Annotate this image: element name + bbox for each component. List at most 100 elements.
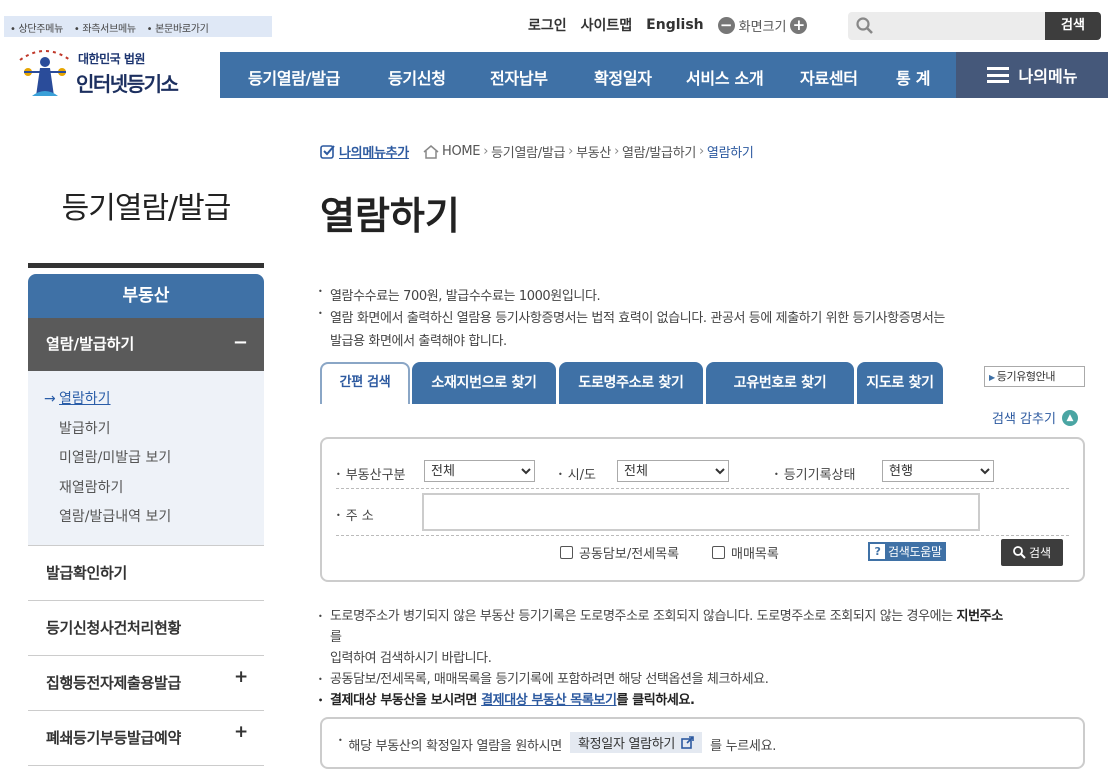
gnb-item-view-issue[interactable]: 등기열람/발급 (248, 65, 340, 89)
sale-list-checkbox[interactable]: 매매목록 (712, 543, 779, 562)
gnb-item-fixed-date[interactable]: 확정일자 (594, 65, 652, 89)
lnb-sub-item-history[interactable]: 열람/발급내역 보기 (44, 503, 264, 533)
tab-road-address[interactable]: 도로명주소로 찾기 (559, 362, 703, 404)
tab-unique-number[interactable]: 고유번호로 찾기 (706, 362, 854, 404)
tab-simple-search[interactable]: 간편 검색 (320, 362, 410, 404)
gnb-item-statistics[interactable]: 통 계 (896, 65, 930, 89)
expand-icon[interactable]: + (234, 650, 248, 705)
lnb-sub-item-issue[interactable]: 발급하기 (44, 415, 264, 445)
collapse-icon[interactable]: − (233, 316, 248, 369)
my-menu-button[interactable]: 나의메뉴 (956, 52, 1108, 98)
external-link-icon (681, 736, 694, 749)
zoom-label: 화면크기 (738, 19, 787, 35)
record-status-select[interactable]: 현행 (882, 460, 994, 482)
chevron-up-icon: ▲ (1061, 409, 1078, 426)
question-icon: ? (870, 544, 885, 559)
my-menu-label: 나의메뉴 (1018, 67, 1078, 86)
breadcrumb-separator: › (483, 144, 489, 159)
notice-legal: • 열람 화면에서 출력하신 열람용 등기사항증명서는 법적 효력이 없습니다. … (318, 309, 945, 326)
note-payment: • 결제대상 부동산을 보시려면 결제대상 부동산 목록보기를 클릭하세요. (318, 693, 695, 708)
lnb-submenu: → 열람하기 발급하기 미열람/미발급 보기 재열람하기 열람/발급내역 보기 (28, 371, 264, 546)
gnb-item-resources[interactable]: 자료센터 (800, 65, 858, 89)
lnb-title: 등기열람/발급 (61, 191, 232, 226)
skip-link-lnb[interactable]: • 좌측서브메뉴 (74, 24, 140, 35)
zoom-in-icon[interactable]: + (790, 16, 808, 34)
skip-link-gnb[interactable]: • 상단주메뉴 (10, 24, 67, 35)
address-input[interactable] (422, 493, 980, 531)
registry-type-guide-button[interactable]: ▶ 등기유형안내 (984, 366, 1085, 387)
checkbox-icon (712, 546, 725, 559)
sitemap-link[interactable]: 사이트맵 (581, 15, 633, 35)
site-logo[interactable]: 대한민국 법원 인터넷등기소 (12, 40, 222, 100)
current-arrow-icon: → (44, 391, 56, 407)
lnb-item-verify[interactable]: 발급확인하기 (28, 546, 264, 601)
zoom-out-icon[interactable]: − (717, 16, 735, 34)
lnb-item-closed-reserve[interactable]: 폐쇄등기부등발급예약 + (28, 711, 264, 766)
skip-link-content[interactable]: • 본문바로가기 (147, 24, 213, 35)
site-search: 검색 (848, 12, 1101, 40)
lnb-sub-item-review[interactable]: 재열람하기 (44, 474, 264, 504)
lnb-sub-item-view[interactable]: → 열람하기 (44, 385, 264, 415)
address-label: • 주 소 (336, 509, 374, 524)
fixed-date-view-button[interactable]: 확정일자 열람하기 (569, 732, 703, 753)
gnb-item-payment[interactable]: 전자납부 (490, 65, 548, 89)
note-road-address: • 도로명주소가 병기되지 않은 부동산 등기기록은 도로명주소로 조회되지 않습… (318, 609, 1003, 624)
notice-legal-cont: 발급용 화면에서 출력해야 합니다. (330, 334, 507, 349)
utility-menu: 로그인 사이트맵 English − 화면크기 + (528, 15, 808, 35)
triangle-right-icon: ▶ (989, 373, 995, 382)
home-icon (423, 144, 439, 159)
joint-collateral-checkbox[interactable]: 공동담보/전세목록 (560, 543, 679, 562)
sido-select[interactable]: 전체 (617, 460, 729, 482)
site-search-button[interactable]: 검색 (1045, 12, 1101, 40)
logo-subtitle: 대한민국 법원 (78, 52, 145, 66)
breadcrumb-separator: › (699, 144, 704, 159)
lnb-head-real-estate[interactable]: 부동산 (28, 274, 264, 318)
gnb-item-apply[interactable]: 등기신청 (388, 65, 446, 89)
search-form: • 부동산구분 전체 • 시/도 전체 • 등기기록상태 현행 • 주 소 공동담보/전… (320, 437, 1085, 582)
breadcrumb-item[interactable]: 부동산 (576, 142, 611, 161)
guide-notes: • 도로명주소가 병기되지 않은 부동산 등기기록은 도로명주소로 조회되지 않습… (318, 606, 1088, 711)
side-navigation: 부동산 열람/발급하기 − → 열람하기 발급하기 미열람/미발급 보기 재열람하… (28, 263, 264, 766)
lnb-item-view-issue[interactable]: 열람/발급하기 − (28, 318, 264, 371)
add-my-menu-link[interactable]: 나의메뉴추가 (320, 142, 409, 161)
payment-list-link[interactable]: 결제대상 부동산 목록보기 (481, 693, 617, 708)
breadcrumb: 나의메뉴추가 HOME › 등기열람/발급 › 부동산 › 열람/발급하기 › … (320, 142, 754, 161)
checkbox-check-icon (320, 145, 335, 159)
property-type-label: • 부동산구분 (336, 468, 406, 483)
logo-title: 인터넷등기소 (76, 72, 179, 96)
lnb-divider (28, 263, 264, 268)
hide-search-toggle[interactable]: 검색 감추기 ▲ (992, 408, 1078, 427)
court-emblem-icon (19, 50, 71, 96)
note-options: • 공동담보/전세목록, 매매목록을 등기기록에 포함하려면 해당 선택옵션을 체… (318, 672, 769, 687)
login-link[interactable]: 로그인 (528, 15, 567, 35)
lnb-item-label: 열람/발급하기 (46, 335, 135, 353)
breadcrumb-item[interactable]: 등기열람/발급 (491, 142, 565, 161)
lnb-item-case-status[interactable]: 등기신청사건처리현황 (28, 601, 264, 656)
note-road-address-cont: 를 (330, 630, 342, 645)
breadcrumb-separator: › (614, 144, 619, 159)
gnb-item-service[interactable]: 서비스 소개 (686, 65, 764, 89)
search-icon (1013, 546, 1026, 559)
english-link[interactable]: English (646, 17, 703, 33)
sido-label: • 시/도 (558, 468, 597, 483)
search-icon (856, 17, 873, 34)
breadcrumb-separator: › (568, 144, 574, 159)
breadcrumb-item[interactable]: 열람/발급하기 (622, 142, 696, 161)
tab-map[interactable]: 지도로 찾기 (857, 362, 943, 404)
search-help-button[interactable]: ? 검색도움말 (868, 542, 946, 561)
note-road-address-cont2: 입력하여 검색하시기 바랍니다. (330, 651, 492, 666)
skip-links: • 상단주메뉴 • 좌측서브메뉴 • 본문바로가기 (4, 16, 272, 37)
expand-icon[interactable]: + (234, 705, 248, 760)
lnb-item-electronic-submit[interactable]: 집행등전자제출용발급 + (28, 656, 264, 711)
record-status-label: • 등기기록상태 (774, 468, 856, 483)
lnb-sub-item-unviewed[interactable]: 미열람/미발급 보기 (44, 444, 264, 474)
fixed-date-notice: • 해당 부동산의 확정일자 열람을 원하시면 확정일자 열람하기 를 누르세요… (320, 717, 1085, 769)
form-search-button[interactable]: 검색 (1001, 539, 1063, 566)
hamburger-icon (986, 67, 1009, 83)
tab-lot-number[interactable]: 소재지번으로 찾기 (412, 362, 556, 404)
breadcrumb-home[interactable]: HOME (442, 144, 481, 159)
site-search-input[interactable] (880, 15, 1040, 37)
page-title: 열람하기 (320, 194, 460, 238)
main-navigation: 등기열람/발급 등기신청 전자납부 확정일자 서비스 소개 자료센터 통 계 (220, 52, 956, 98)
property-type-select[interactable]: 전체 (424, 460, 535, 482)
